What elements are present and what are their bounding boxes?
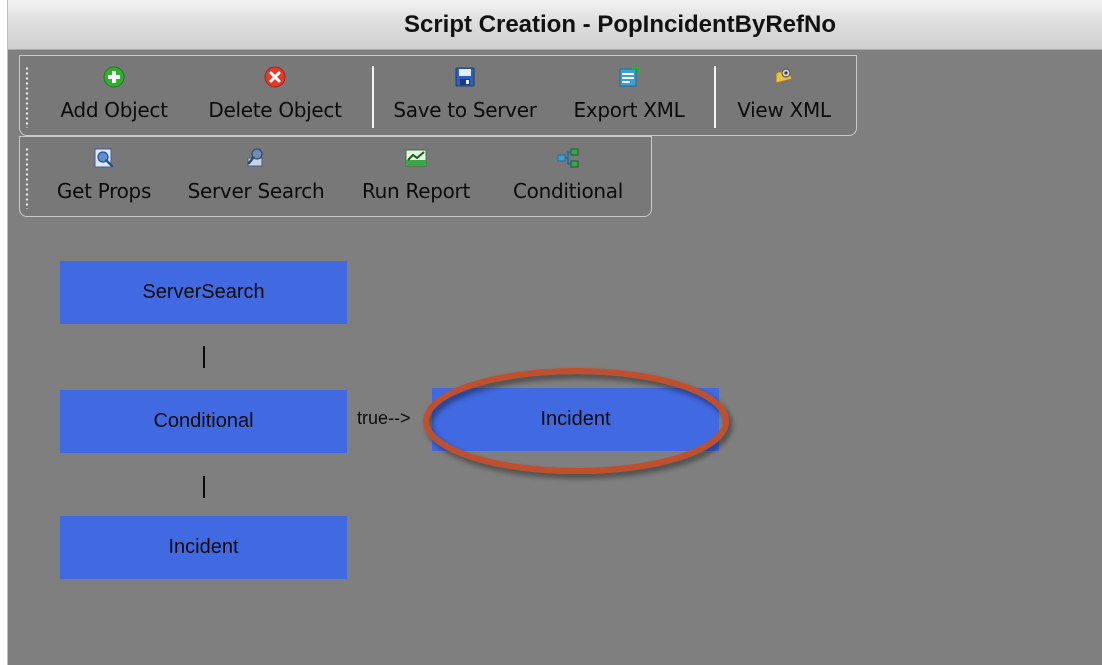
title-bar: Script Creation - PopIncidentByRefNo [8,0,1102,50]
delete-icon [264,66,286,88]
add-icon [103,66,125,88]
node-incident[interactable]: Incident [60,516,347,579]
view-xml-button[interactable]: View XML [722,56,846,136]
export-xml-label: Export XML [573,98,685,122]
server-search-label: Server Search [187,179,325,203]
run-report-label: Run Report [361,179,470,203]
add-object-label: Add Object [60,98,168,122]
script-creation-window: Script Creation - PopIncidentByRefNo Add… [0,0,1102,665]
toolbar-script-steps: Get Props Server Search Run Report Condi… [19,136,652,217]
true-branch-label: true--> [357,408,411,428]
view-xml-label: View XML [737,98,831,122]
server-search-button[interactable]: Server Search [178,137,334,217]
delete-object-label: Delete Object [208,98,342,122]
toolbar-grip-handle[interactable] [25,66,29,128]
view-xml-icon [775,68,793,84]
server-search-icon [247,148,263,167]
conditional-button[interactable]: Conditional [498,137,638,217]
export-xml-button[interactable]: Export XML [558,56,700,136]
node-incident-true-branch[interactable]: Incident [432,388,719,451]
get-props-button[interactable]: Get Props [46,137,162,217]
save-to-server-button[interactable]: Save to Server [384,56,546,136]
run-report-button[interactable]: Run Report [348,137,484,217]
delete-object-button[interactable]: Delete Object [196,56,354,136]
node-conditional[interactable]: Conditional [60,390,347,453]
toolbar-separator [372,66,374,128]
connector-line [203,346,205,368]
connector-line [203,476,205,498]
add-object-button[interactable]: Add Object [46,56,182,136]
conditional-label: Conditional [513,179,623,203]
toolbar-separator [714,66,716,128]
node-server-search[interactable]: ServerSearch [60,261,347,324]
run-report-icon [405,149,427,167]
toolbar-object-actions: Add Object Delete Object Save to Server [19,55,857,136]
get-props-label: Get Props [56,179,152,203]
conditional-icon [557,148,579,168]
get-props-icon [94,148,114,168]
window-left-border [0,0,8,665]
toolbar-grip-handle[interactable] [25,147,29,209]
save-to-server-label: Save to Server [393,98,537,122]
export-xml-icon [619,66,641,87]
save-icon [455,67,475,87]
window-title: Script Creation - PopIncidentByRefNo [403,11,837,38]
